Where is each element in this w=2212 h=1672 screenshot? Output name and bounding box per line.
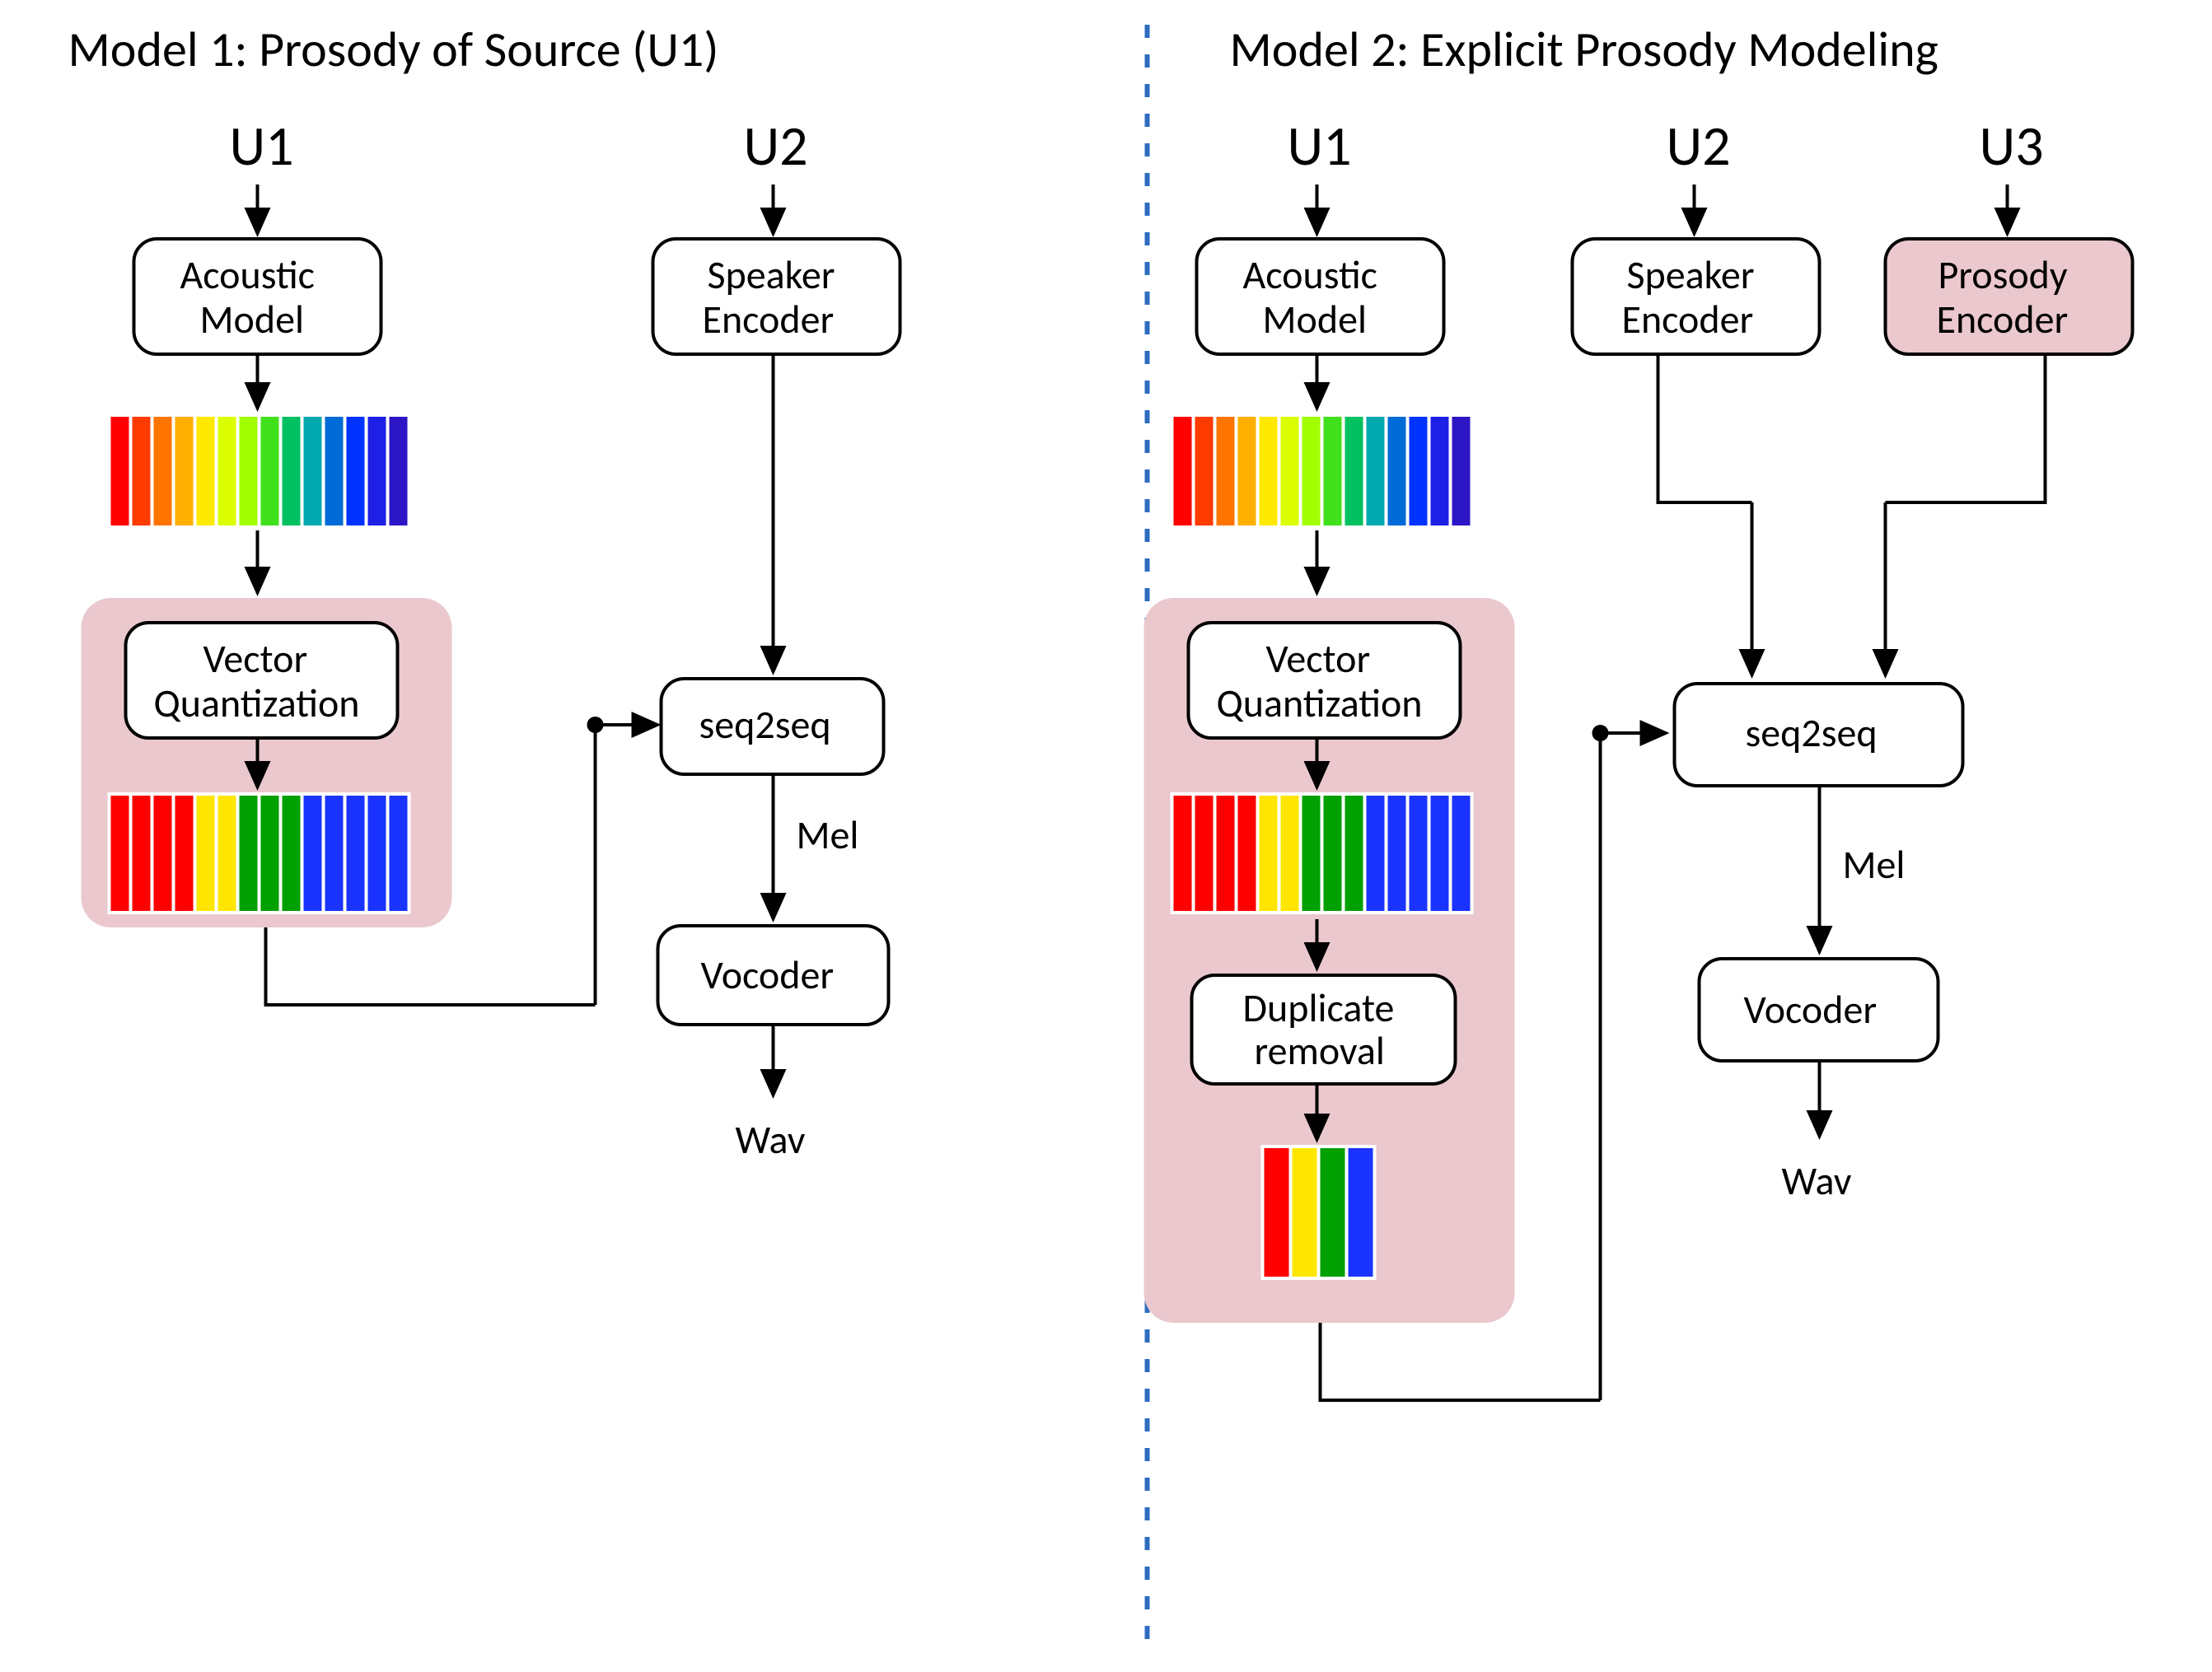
seq2seq-label-right: seq2seq	[1746, 708, 1878, 757]
mel-label-left: Mel	[797, 810, 859, 859]
dup-removal-label-l2: removal	[1255, 1026, 1385, 1075]
wav-label-right: Wav	[1782, 1156, 1852, 1205]
speaker-encoder-label-right-l2: Encoder	[1622, 295, 1754, 343]
seq2seq-label-left: seq2seq	[699, 700, 831, 749]
route-prosody-to-merge	[1886, 354, 2046, 502]
route-spk-to-merge	[1658, 354, 1752, 502]
vocoder-label-left: Vocoder	[701, 950, 835, 999]
vq-label-left-l2: Quantization	[154, 679, 360, 727]
acoustic-model-label-right-l2: Model	[1263, 295, 1367, 343]
route-vq-to-seq2seq-right	[1321, 1323, 1601, 1400]
route-vq-to-seq2seq-left	[266, 927, 596, 1005]
speaker-encoder-label-left-l1: Speaker	[708, 250, 835, 299]
title-right: Model 2: Explicit Prosody Modeling	[1230, 20, 1938, 80]
rainbow-spectrum-right	[1172, 415, 1472, 527]
u3-label: U3	[1980, 112, 2044, 180]
acoustic-model-label-left-l1: Acoustic	[180, 250, 315, 299]
vq-label-left-l1: Vector	[203, 634, 308, 683]
acoustic-model-label-right-l1: Acoustic	[1243, 250, 1377, 299]
mel-label-right: Mel	[1843, 840, 1906, 889]
speaker-encoder-label-left-l2: Encoder	[703, 295, 835, 343]
prosody-encoder-label-l2: Encoder	[1937, 295, 2069, 343]
u2-label-left: U2	[744, 112, 808, 180]
vq-label-right-l2: Quantization	[1217, 679, 1423, 727]
u1-label-right: U1	[1288, 112, 1352, 180]
vq-label-right-l1: Vector	[1266, 634, 1371, 683]
dup-removal-label-l1: Duplicate	[1243, 983, 1395, 1032]
u1-label-left: U1	[230, 112, 294, 180]
vocoder-label-right: Vocoder	[1744, 985, 1878, 1034]
prosody-encoder-label-l1: Prosody	[1938, 250, 2068, 299]
speaker-encoder-label-right-l1: Speaker	[1627, 250, 1755, 299]
panel-model-2: U1 Acoustic Model Vector Quantization Du…	[1144, 112, 2133, 1400]
wav-label-left: Wav	[736, 1115, 806, 1164]
rainbow-spectrum-left	[110, 415, 409, 527]
u2-label-right: U2	[1667, 112, 1731, 180]
dedup-bars	[1263, 1147, 1375, 1278]
title-left: Model 1: Prosody of Source (U1)	[68, 20, 719, 80]
panel-model-1: U1 Acoustic Model Vector Quantization U2…	[82, 112, 900, 1164]
quantized-bars-left	[110, 794, 409, 913]
quantized-bars-right	[1172, 794, 1472, 913]
acoustic-model-label-left-l2: Model	[200, 295, 304, 343]
